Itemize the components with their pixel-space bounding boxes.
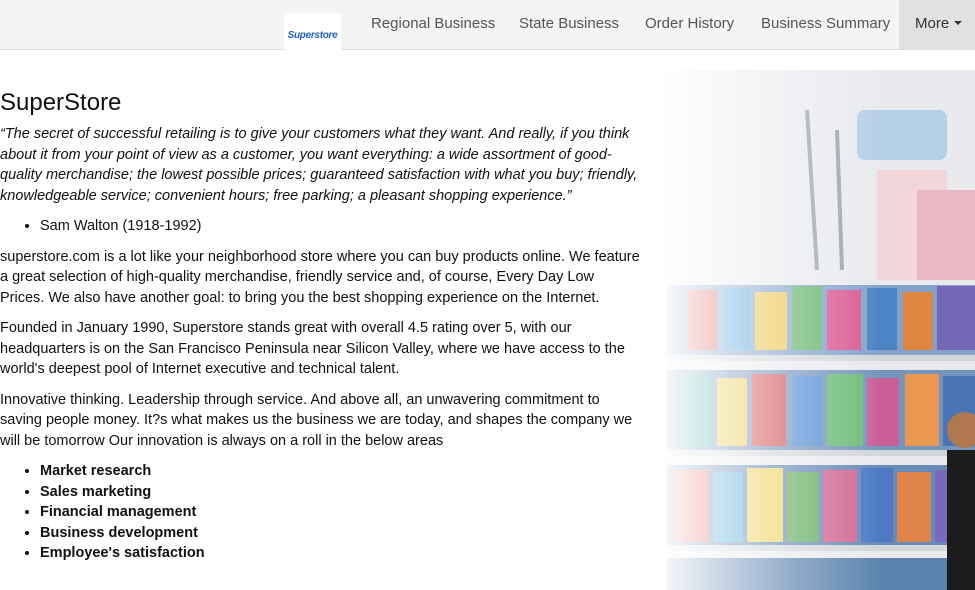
nav-regional-business[interactable]: Regional Business: [371, 0, 495, 49]
store-shelves-image: [667, 70, 975, 590]
list-item: Sales marketing: [40, 482, 640, 503]
quote-author: Sam Walton (1918-1992): [40, 216, 640, 237]
list-item: Financial management: [40, 502, 640, 523]
sam-walton-quote: “The secret of successful retailing is t…: [0, 126, 638, 204]
nav-order-history[interactable]: Order History: [645, 0, 734, 49]
nav-more-label: More: [915, 15, 950, 32]
quote-author-list: Sam Walton (1918-1992): [0, 216, 640, 237]
list-item: Market research: [40, 461, 640, 482]
page-title: SuperStore: [0, 89, 122, 116]
list-item: Business development: [40, 523, 640, 544]
top-navbar: Superstore Regional Business State Busin…: [0, 0, 975, 50]
founded-paragraph: Founded in January 1990, Superstore stan…: [0, 320, 625, 377]
main-content: SuperStore “The secret of successful ret…: [0, 88, 640, 564]
superstore-logo[interactable]: Superstore: [284, 13, 341, 50]
intro-paragraph: superstore.com is a lot like your neighb…: [0, 248, 640, 306]
logo-text: Superstore: [287, 30, 338, 41]
list-item: Employee's satisfaction: [40, 543, 640, 564]
innovation-areas-list: Market research Sales marketing Financia…: [0, 461, 640, 564]
image-fade-overlay: [667, 70, 975, 590]
innovation-paragraph: Innovative thinking. Leadership through …: [0, 391, 633, 449]
nav-more-dropdown[interactable]: More: [899, 0, 975, 49]
caret-down-icon: [954, 21, 962, 25]
nav-business-summary[interactable]: Business Summary: [761, 0, 890, 49]
nav-state-business[interactable]: State Business: [519, 0, 619, 49]
